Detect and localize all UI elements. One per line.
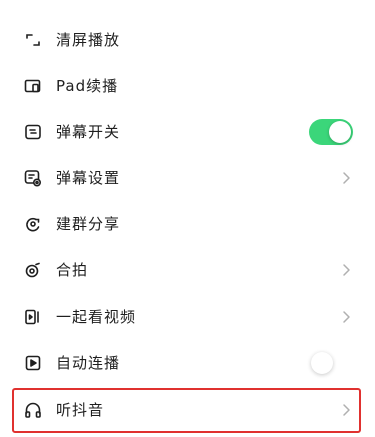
menu-item-label: 合拍 xyxy=(56,261,89,279)
menu-item-autoplay[interactable]: 自动连播 xyxy=(0,340,375,386)
toggle-knob xyxy=(329,121,351,143)
chevron-right-icon xyxy=(341,262,351,278)
menu-item-group-share[interactable]: 建群分享 xyxy=(0,201,375,247)
group-share-icon xyxy=(24,215,42,233)
menu-item-clear-screen[interactable]: 清屏播放 xyxy=(0,17,375,63)
toggle-knob xyxy=(311,352,333,374)
menu-item-label: 清屏播放 xyxy=(56,31,121,49)
duet-icon xyxy=(24,261,42,279)
clear-screen-icon xyxy=(24,31,42,49)
menu-item-duet[interactable]: 合拍 xyxy=(0,247,375,293)
autoplay-icon xyxy=(24,354,42,372)
chevron-right-icon xyxy=(341,170,351,186)
settings-menu: 清屏播放 Pad续播 弹幕开关 弹幕设置 建群分享 合拍 一起看视频 自动连播 … xyxy=(0,0,375,437)
menu-item-label: 弹幕设置 xyxy=(56,169,121,187)
danmaku-toggle-switch[interactable] xyxy=(309,119,353,145)
menu-item-label: 建群分享 xyxy=(56,215,121,233)
menu-item-label: Pad续播 xyxy=(56,77,119,95)
menu-item-label: 一起看视频 xyxy=(56,308,137,326)
autoplay-toggle-switch[interactable] xyxy=(309,350,353,376)
menu-item-label: 弹幕开关 xyxy=(56,123,121,141)
menu-item-pad-continue[interactable]: Pad续播 xyxy=(0,63,375,109)
menu-item-danmaku-toggle[interactable]: 弹幕开关 xyxy=(0,109,375,155)
menu-item-label: 自动连播 xyxy=(56,354,121,372)
danmaku-settings-icon xyxy=(24,169,42,187)
chevron-right-icon xyxy=(341,309,351,325)
menu-item-watch-together[interactable]: 一起看视频 xyxy=(0,294,375,340)
menu-item-danmaku-settings[interactable]: 弹幕设置 xyxy=(0,155,375,201)
watch-together-icon xyxy=(24,308,42,326)
highlight-box xyxy=(12,388,361,433)
danmaku-icon xyxy=(24,123,42,141)
pad-icon xyxy=(24,77,42,95)
